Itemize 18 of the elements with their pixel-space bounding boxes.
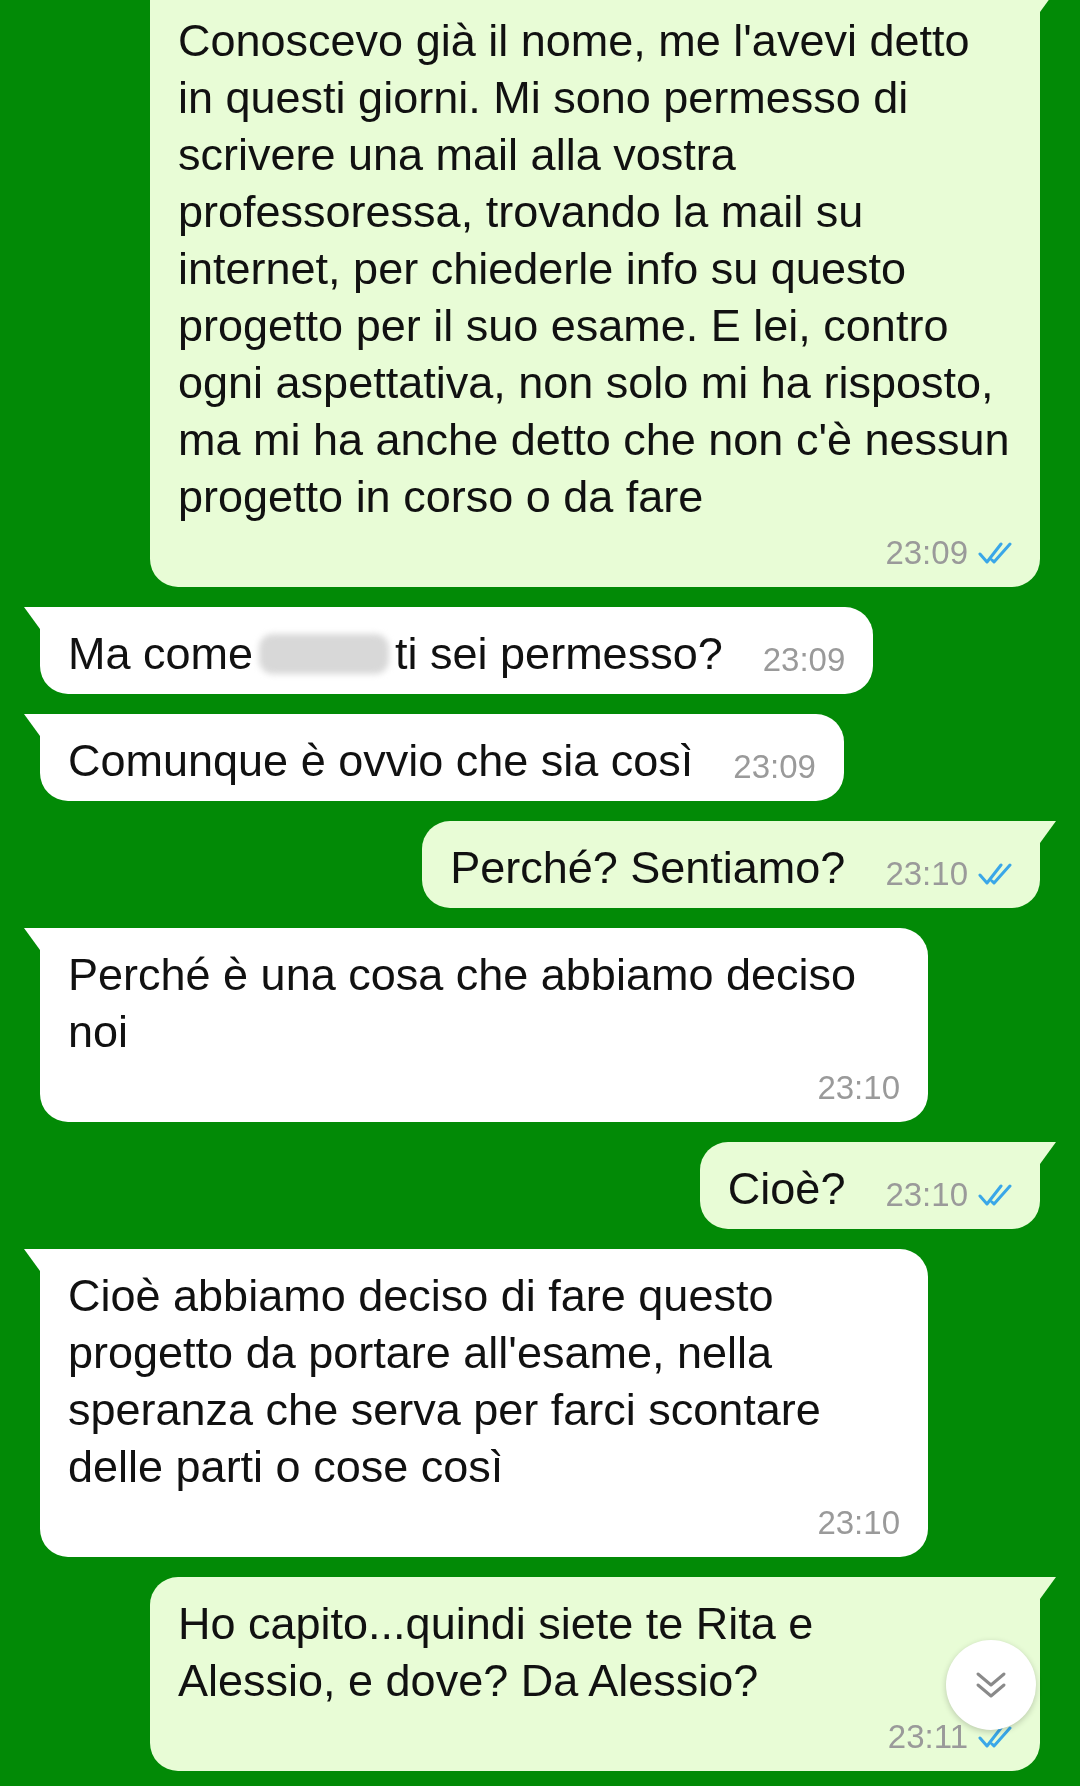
message-text: Comunque è ovvio che sia così xyxy=(68,734,694,788)
message-time: 23:11 xyxy=(887,1717,968,1757)
message-text: Ma come xyxy=(68,627,254,681)
message-text: Cioè? xyxy=(727,1162,846,1216)
message-time: 23:09 xyxy=(885,533,968,573)
message-text: Perché è una cosa che abbiamo deciso noi xyxy=(68,948,857,1059)
message-text: Conoscevo già il nome, me l'avevi detto in questi giorni. Mi sono permesso di scrivere una mail alla vostra professoressa, trovando la mail su internet, per chiederle info su questo progetto per il suo esame. E lei, contro ogni aspettativa, non solo mi ha risposto, ma mi ha anche detto che non c'è nessun progetto in corso o da fare xyxy=(178,14,1011,524)
message-text: ti sei permesso? xyxy=(395,627,723,681)
message-time: 23:09 xyxy=(733,747,816,787)
message-time: 23:10 xyxy=(885,1175,968,1215)
message-text: Perché? Sentiamo? xyxy=(450,841,846,895)
message-time: 23:10 xyxy=(817,1068,900,1108)
message-time: 23:10 xyxy=(817,1503,900,1543)
message-time: 23:10 xyxy=(885,854,968,894)
double-chevron-down-icon xyxy=(974,1670,1008,1700)
message-text: Cioè abbiamo deciso di fare questo progetto da portare all'esame, nella speranza che serva per farci scontare delle parti o cose così xyxy=(68,1269,822,1494)
message-text: Ho capito...quindi siete te Rita e Alessio, e dove? Da Alessio? xyxy=(178,1597,815,1708)
message-time: 23:09 xyxy=(762,640,846,680)
